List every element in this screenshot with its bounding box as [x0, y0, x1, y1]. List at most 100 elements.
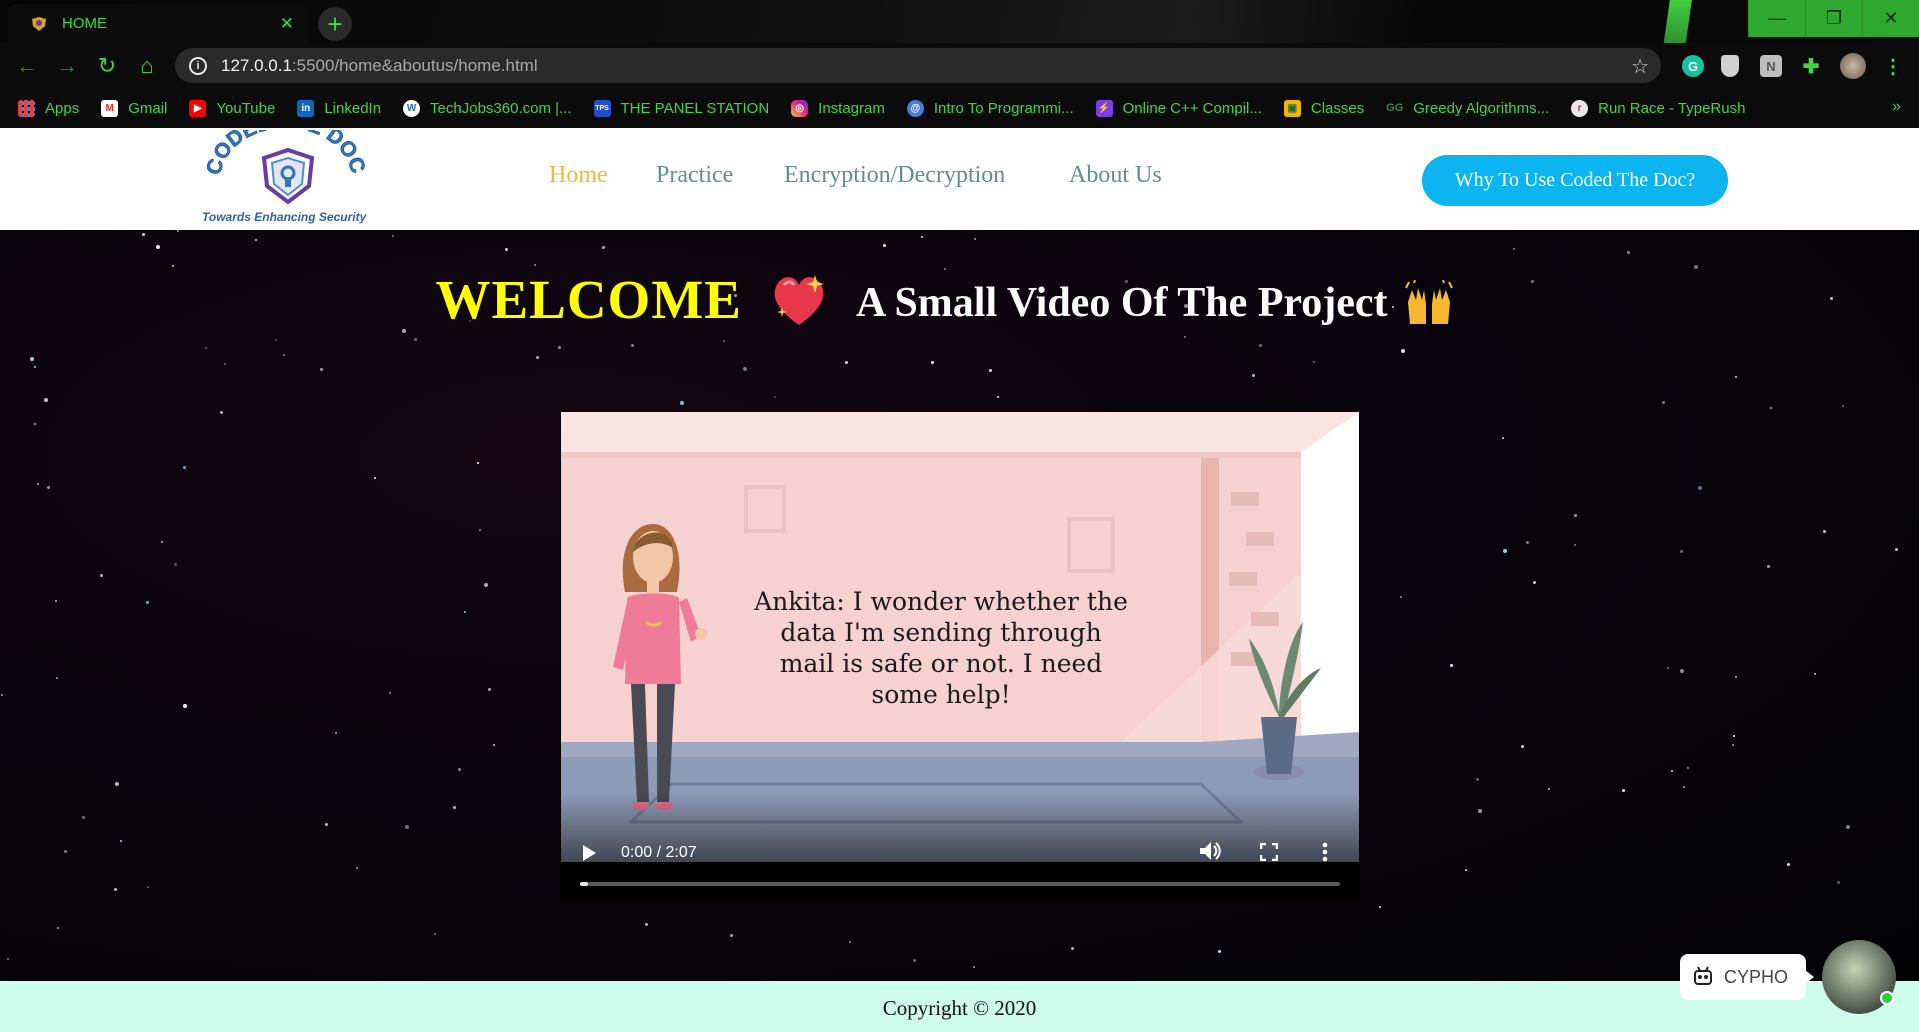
bookmark-panel-station[interactable]: TPS THE PANEL STATION	[593, 99, 769, 117]
bookmark-greedy-algorithms[interactable]: GG Greedy Algorithms...	[1386, 100, 1549, 117]
star-decoration	[37, 483, 39, 485]
star-decoration	[631, 344, 634, 347]
volume-icon[interactable]	[1198, 840, 1222, 862]
bookmark-youtube[interactable]: ▶ YouTube	[189, 99, 275, 117]
bookmarks-overflow-icon[interactable]: »	[1892, 98, 1901, 116]
star-decoration	[1503, 549, 1507, 553]
url-path: :5500/home&aboutus/home.html	[291, 55, 538, 75]
shield-extension-icon[interactable]	[1721, 55, 1739, 77]
star-decoration	[505, 248, 508, 251]
bookmark-apps[interactable]: Apps	[18, 99, 79, 117]
star-decoration	[913, 959, 916, 962]
youtube-icon: ▶	[189, 99, 207, 117]
new-tab-button[interactable]: +	[318, 7, 352, 41]
restore-button[interactable]: ❐	[1805, 0, 1862, 37]
star-decoration	[1735, 376, 1737, 378]
star-decoration	[275, 339, 277, 341]
play-icon[interactable]	[583, 845, 596, 861]
bookmark-techjobs[interactable]: W TechJobs360.com |...	[403, 99, 572, 117]
home-button[interactable]: ⌂	[132, 51, 162, 81]
star-decoration	[1842, 405, 1844, 407]
star-decoration	[414, 338, 417, 341]
star-decoration	[1259, 344, 1262, 347]
star-decoration	[1252, 374, 1255, 377]
bookmark-gmail[interactable]: M Gmail	[101, 99, 167, 117]
star-decoration	[453, 806, 456, 809]
bookmark-classes[interactable]: ▣ Classes	[1283, 99, 1364, 117]
globe-icon: @	[906, 99, 924, 117]
star-decoration	[1627, 251, 1630, 254]
bookmark-star-icon[interactable]: ☆	[1631, 54, 1649, 79]
nav-encryption-decryption[interactable]: Encryption/Decryption	[784, 162, 1005, 189]
bookmark-linkedin[interactable]: in LinkedIn	[297, 99, 381, 117]
bookmark-instagram[interactable]: ◎ Instagram	[791, 99, 885, 117]
star-decoration	[1846, 825, 1850, 829]
bookmark-intro-programming[interactable]: @ Intro To Programmi...	[906, 99, 1074, 117]
project-video-player[interactable]: Ankita: I wonder whether the data I'm se…	[560, 412, 1360, 899]
video-timecode: 0:00 / 2:07	[621, 844, 697, 861]
profile-avatar[interactable]	[1840, 53, 1866, 79]
back-button[interactable]: ←	[12, 51, 42, 81]
chatbot-label[interactable]: CYPHO	[1680, 954, 1814, 1000]
grammarly-extension-icon[interactable]: G	[1682, 55, 1704, 77]
nav-home[interactable]: Home	[549, 162, 608, 189]
star-decoration	[356, 867, 358, 869]
web-page: CODED THE DOC Towards Enhancing Security…	[0, 110, 1919, 1032]
star-decoration	[56, 677, 58, 679]
star-decoration	[1837, 881, 1840, 884]
star-decoration	[1698, 486, 1702, 490]
browser-tab[interactable]: HOME ✕	[8, 4, 308, 43]
nav-practice[interactable]: Practice	[656, 162, 733, 189]
nav-about-us[interactable]: About Us	[1069, 162, 1162, 189]
forward-button[interactable]: →	[52, 51, 82, 81]
minimize-button[interactable]: —	[1748, 0, 1805, 37]
star-decoration	[973, 966, 975, 968]
site-info-icon[interactable]: i	[189, 56, 207, 75]
star-decoration	[1465, 869, 1467, 871]
video-frame[interactable]: Ankita: I wonder whether the data I'm se…	[561, 412, 1359, 862]
sparkling-heart-icon	[774, 274, 824, 325]
star-decoration	[1379, 906, 1381, 908]
video-caption: Ankita: I wonder whether the data I'm se…	[754, 587, 1128, 709]
window-close-button[interactable]: ✕	[1862, 0, 1919, 37]
star-decoration	[220, 411, 223, 414]
bookmark-typerush[interactable]: r Run Race - TypeRush	[1571, 99, 1745, 117]
video-more-options-icon[interactable]	[1321, 841, 1329, 862]
fullscreen-icon[interactable]	[1260, 843, 1278, 861]
bookmark-cpp-compiler[interactable]: ⚡ Online C++ Compil...	[1095, 99, 1262, 117]
tps-icon: TPS	[593, 99, 611, 117]
star-decoration	[1662, 401, 1665, 404]
wordpress-icon: W	[403, 99, 421, 117]
star-decoration	[183, 466, 186, 469]
star-decoration	[146, 601, 149, 604]
browser-menu-icon[interactable]: ⋮	[1882, 55, 1904, 78]
site-logo[interactable]: CODED THE DOC Towards Enhancing Security	[192, 110, 390, 230]
star-decoration	[55, 600, 57, 602]
star-decoration	[1735, 676, 1737, 678]
star-decoration	[1895, 548, 1898, 551]
star-decoration	[1450, 664, 1453, 667]
lightning-icon: ⚡	[1095, 99, 1113, 117]
star-decoration	[484, 583, 488, 587]
star-decoration	[1184, 336, 1186, 338]
tab-close-icon[interactable]: ✕	[280, 14, 294, 34]
star-decoration	[1733, 735, 1735, 737]
why-use-button[interactable]: Why To Use Coded The Doc?	[1422, 155, 1728, 206]
star-decoration	[7, 958, 9, 960]
star-decoration	[115, 782, 119, 786]
star-decoration	[389, 692, 391, 694]
site-header: CODED THE DOC Towards Enhancing Security…	[0, 110, 1919, 230]
star-decoration	[1622, 789, 1625, 792]
star-decoration	[1548, 788, 1550, 790]
video-progress-bar[interactable]	[580, 882, 1340, 886]
address-bar[interactable]: i 127.0.0.1:5500/home&aboutus/home.html …	[175, 48, 1661, 83]
extensions-puzzle-icon[interactable]: ✚	[1800, 55, 1822, 78]
star-decoration	[57, 927, 59, 929]
copyright-text: Copyright © 2020	[882, 996, 1037, 1020]
linkedin-icon: in	[297, 99, 315, 117]
reload-button[interactable]: ↻	[92, 51, 122, 81]
extension-icon[interactable]: N	[1760, 55, 1782, 77]
chatbot-name: CYPHO	[1724, 966, 1789, 987]
star-decoration	[477, 462, 479, 464]
star-decoration	[335, 732, 337, 734]
